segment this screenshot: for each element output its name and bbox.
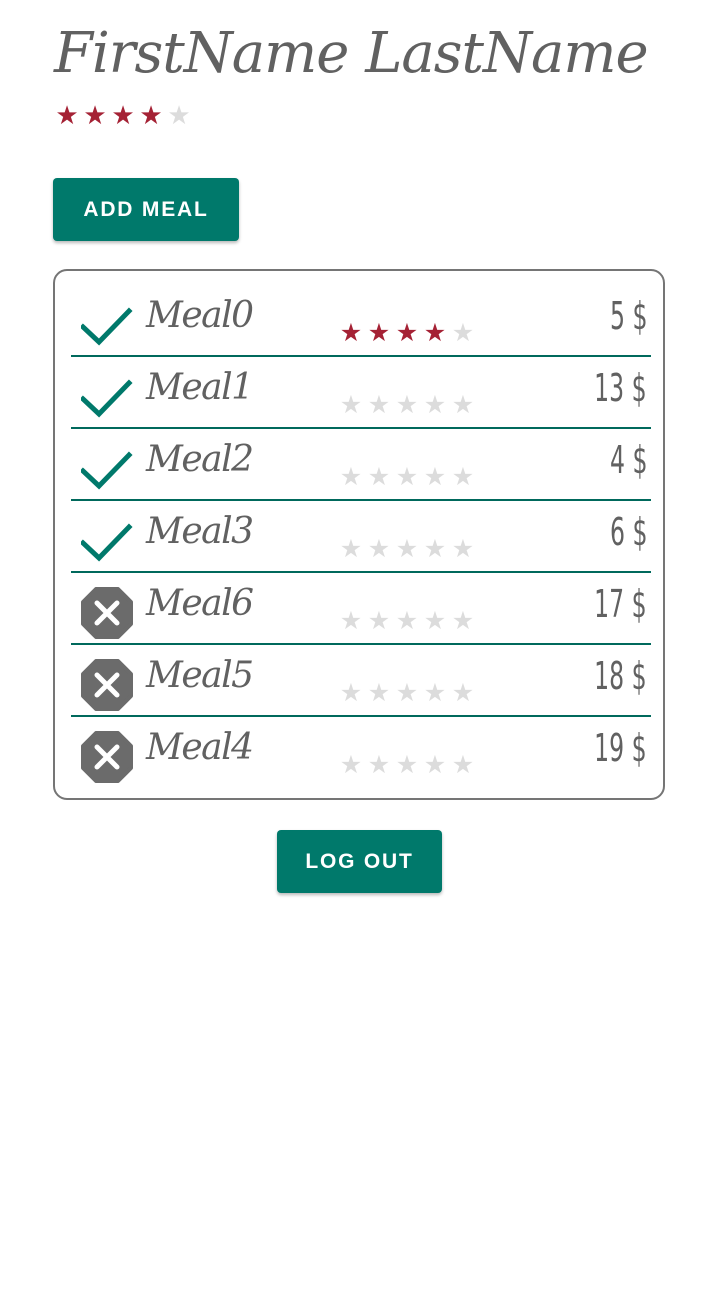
meal-name: Meal5 <box>146 655 254 696</box>
star-empty-icon: ★ <box>339 462 363 491</box>
star-empty-icon: ★ <box>339 390 363 419</box>
star-empty-icon: ★ <box>451 606 475 635</box>
star-empty-icon: ★ <box>451 750 475 779</box>
meal-rating[interactable]: ★ ★ ★ ★ ★ <box>337 536 477 561</box>
star-filled-icon: ★ <box>367 318 391 347</box>
meal-price: 17 $ <box>594 582 647 626</box>
meal-price: 5 $ <box>609 294 647 338</box>
star-empty-icon: ★ <box>423 534 447 563</box>
meal-price: 4 $ <box>609 438 647 482</box>
log-out-button[interactable]: LOG OUT <box>277 830 442 893</box>
star-filled-icon: ★ <box>339 318 363 347</box>
star-empty-icon: ★ <box>339 534 363 563</box>
meal-price: 6 $ <box>609 510 647 554</box>
meal-rating[interactable]: ★ ★ ★ ★ ★ <box>337 608 477 633</box>
star-empty-icon: ★ <box>395 678 419 707</box>
meal-name: Meal6 <box>146 583 254 624</box>
star-empty-icon: ★ <box>423 750 447 779</box>
star-empty-icon: ★ <box>339 606 363 635</box>
star-empty-icon: ★ <box>451 390 475 419</box>
meal-price: 19 $ <box>594 726 647 770</box>
star-empty-icon: ★ <box>451 534 475 563</box>
star-empty-icon: ★ <box>395 534 419 563</box>
star-empty-icon: ★ <box>395 750 419 779</box>
check-icon[interactable] <box>81 443 133 495</box>
star-filled-icon: ★ <box>55 101 79 131</box>
meal-rating[interactable]: ★ ★ ★ ★ ★ <box>337 680 477 705</box>
meal-row[interactable]: Meal0 ★ ★ ★ ★ ★ 5 $ <box>71 285 651 357</box>
meal-price: 18 $ <box>594 654 647 698</box>
star-empty-icon: ★ <box>367 462 391 491</box>
meal-price: 13 $ <box>594 366 647 410</box>
cancel-icon[interactable] <box>81 731 133 783</box>
star-filled-icon: ★ <box>395 318 419 347</box>
meal-rating[interactable]: ★ ★ ★ ★ ★ <box>337 464 477 489</box>
meal-name: Meal2 <box>146 439 254 480</box>
star-empty-icon: ★ <box>423 462 447 491</box>
star-filled-icon: ★ <box>423 318 447 347</box>
star-filled-icon: ★ <box>111 101 135 131</box>
meal-row[interactable]: Meal6 ★ ★ ★ ★ ★ 17 $ <box>71 573 651 645</box>
star-empty-icon: ★ <box>423 390 447 419</box>
add-meal-button[interactable]: ADD MEAL <box>53 178 239 241</box>
star-empty-icon: ★ <box>423 678 447 707</box>
star-empty-icon: ★ <box>367 606 391 635</box>
cancel-icon[interactable] <box>81 659 133 711</box>
star-empty-icon: ★ <box>451 462 475 491</box>
meal-list: Meal0 ★ ★ ★ ★ ★ 5 $ Meal1 ★ ★ ★ ★ ★ 13 $ Meal2 ★ ★ ★ ★ ★ 4 $… <box>53 269 665 800</box>
meal-row[interactable]: Meal4 ★ ★ ★ ★ ★ 19 $ <box>71 717 651 789</box>
cancel-icon[interactable] <box>81 587 133 639</box>
meal-name: Meal0 <box>146 295 254 336</box>
star-empty-icon: ★ <box>395 462 419 491</box>
star-empty-icon: ★ <box>451 678 475 707</box>
star-empty-icon: ★ <box>423 606 447 635</box>
star-empty-icon: ★ <box>395 606 419 635</box>
star-empty-icon: ★ <box>367 678 391 707</box>
profile-name: FirstName LastName <box>54 21 649 86</box>
meal-row[interactable]: Meal1 ★ ★ ★ ★ ★ 13 $ <box>71 357 651 429</box>
meal-rating[interactable]: ★ ★ ★ ★ ★ <box>337 392 477 417</box>
meal-name: Meal3 <box>146 511 254 552</box>
star-empty-icon: ★ <box>367 750 391 779</box>
meal-rating[interactable]: ★ ★ ★ ★ ★ <box>337 752 477 777</box>
meal-name: Meal1 <box>146 367 254 408</box>
check-icon[interactable] <box>81 299 133 351</box>
star-empty-icon: ★ <box>451 318 475 347</box>
meal-name: Meal4 <box>146 727 254 768</box>
meal-row[interactable]: Meal3 ★ ★ ★ ★ ★ 6 $ <box>71 501 651 573</box>
star-empty-icon: ★ <box>395 390 419 419</box>
star-filled-icon: ★ <box>139 101 163 131</box>
star-empty-icon: ★ <box>339 750 363 779</box>
star-empty-icon: ★ <box>367 534 391 563</box>
check-icon[interactable] <box>81 371 133 423</box>
star-filled-icon: ★ <box>83 101 107 131</box>
star-empty-icon: ★ <box>339 678 363 707</box>
check-icon[interactable] <box>81 515 133 567</box>
meal-rating[interactable]: ★ ★ ★ ★ ★ <box>337 320 477 345</box>
meal-row[interactable]: Meal2 ★ ★ ★ ★ ★ 4 $ <box>71 429 651 501</box>
star-empty-icon: ★ <box>367 390 391 419</box>
star-empty-icon: ★ <box>167 101 191 131</box>
profile-rating: ★ ★ ★ ★ ★ <box>53 103 193 129</box>
meal-row[interactable]: Meal5 ★ ★ ★ ★ ★ 18 $ <box>71 645 651 717</box>
